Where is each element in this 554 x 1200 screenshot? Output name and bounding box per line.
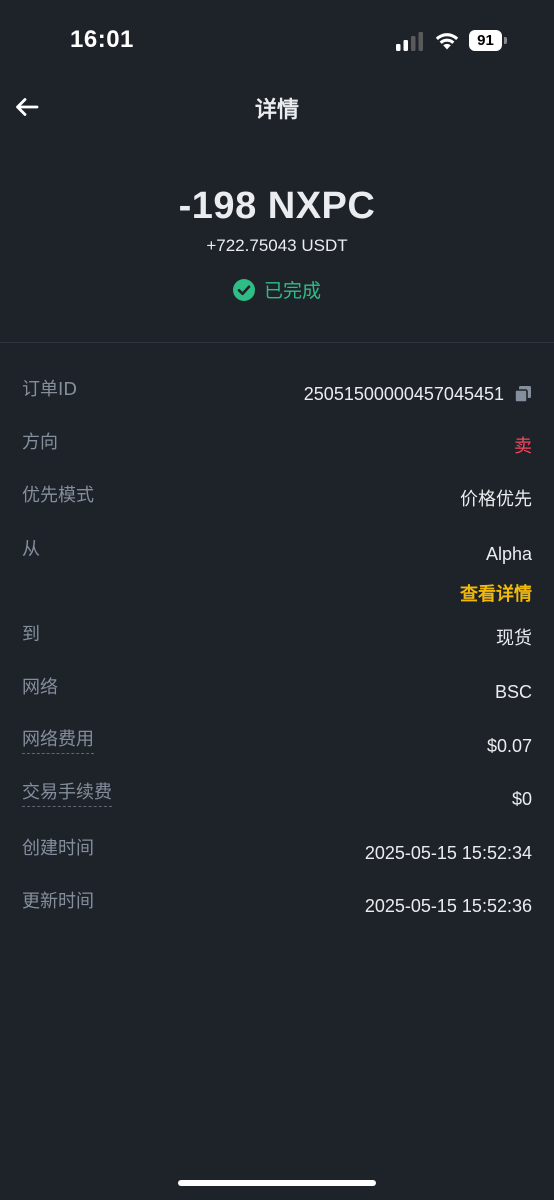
- amount-received: +722.75043 USDT: [206, 236, 348, 255]
- network-label: 网络: [22, 677, 58, 698]
- network-value: BSC: [494, 682, 532, 702]
- home-indicator[interactable]: [178, 1180, 376, 1186]
- row-to: 到 现货: [0, 620, 554, 650]
- battery-tip: [504, 37, 507, 44]
- order-id-label: 订单ID: [22, 379, 78, 400]
- from-value: Alpha: [485, 544, 532, 564]
- row-direction: 方向 卖: [0, 428, 554, 458]
- status-bar: 16:01 91: [0, 0, 554, 80]
- trading-fee-label[interactable]: 交易手续费: [22, 780, 112, 807]
- status-text: 已完成: [263, 280, 321, 302]
- battery-level: 91: [469, 30, 502, 51]
- wifi-icon: [435, 33, 459, 50]
- order-summary: -198 NXPC +722.75043 USDT 已完成: [0, 180, 554, 303]
- status-badge: 已完成: [0, 276, 554, 303]
- to-value: 现货: [496, 628, 532, 649]
- trading-fee-value: $0: [511, 789, 532, 809]
- view-details-link[interactable]: 查看详情: [460, 580, 532, 610]
- amount-sold: -198 NXPC: [178, 185, 376, 227]
- priority-label: 优先模式: [22, 485, 94, 506]
- battery-icon: 91: [469, 30, 509, 52]
- priority-value: 价格优先: [460, 489, 532, 510]
- check-circle-icon: [232, 278, 255, 301]
- row-network: 网络 BSC: [0, 673, 554, 703]
- copy-icon[interactable]: [514, 385, 532, 403]
- direction-value: 卖: [514, 436, 532, 457]
- row-created-time: 创建时间 2025-05-15 15:52:34: [0, 834, 554, 864]
- updated-time-value: 2025-05-15 15:52:36: [364, 896, 532, 916]
- to-label: 到: [22, 624, 40, 645]
- row-from: 从 Alpha: [0, 535, 554, 565]
- divider: [0, 342, 554, 343]
- page-title: 详情: [254, 98, 299, 123]
- network-fee-label[interactable]: 网络费用: [22, 727, 94, 754]
- order-id-value: 250515000004570454​51: [303, 384, 504, 404]
- network-fee-value: $0.07: [486, 736, 532, 756]
- order-id-group: 250515000004570454​51: [304, 379, 532, 409]
- created-time-value: 2025-05-15 15:52:34: [364, 843, 532, 863]
- status-time: 16:01: [70, 26, 134, 53]
- nav-header: 详情: [0, 80, 554, 136]
- direction-label: 方向: [22, 432, 58, 453]
- updated-time-label: 更新时间: [22, 891, 94, 912]
- created-time-label: 创建时间: [22, 838, 94, 859]
- from-label: 从: [22, 539, 40, 560]
- row-order-id: 订单ID 250515000004570454​51: [0, 375, 554, 405]
- row-priority-mode: 优先模式 价格优先: [0, 481, 554, 511]
- row-updated-time: 更新时间 2025-05-15 15:52:36: [0, 887, 554, 917]
- row-trading-fee: 交易手续费 $0: [0, 780, 554, 810]
- row-network-fee: 网络费用 $0.07: [0, 727, 554, 757]
- cellular-signal-icon: [396, 32, 423, 51]
